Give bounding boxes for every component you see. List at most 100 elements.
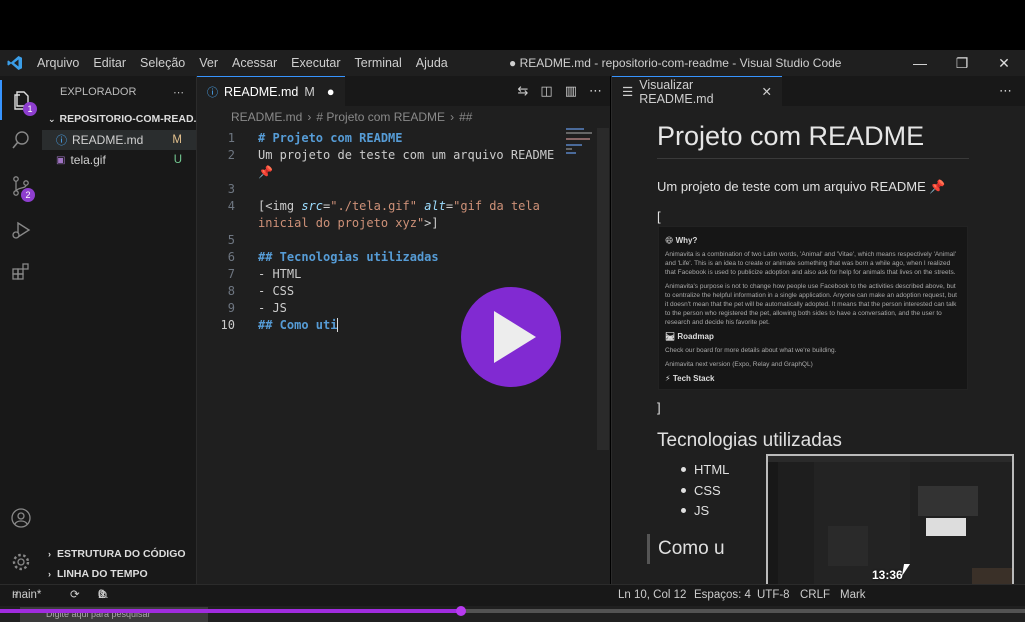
cursor-position[interactable]: Ln 10, Col 12 (618, 585, 686, 605)
open-preview-icon[interactable]: ◫ (540, 83, 552, 99)
video-letterbox (0, 0, 1025, 50)
restore-icon[interactable]: ❐ (941, 50, 983, 76)
explorer-icon[interactable]: 1 (0, 80, 42, 120)
menu-item[interactable]: Ver (192, 50, 225, 76)
tab-label: README.md (224, 84, 299, 99)
image-heading-tech: ⚡ Tech Stack (665, 374, 715, 383)
activity-bar: 1 2 (0, 76, 42, 584)
image-list-item: Animavita next version (Expo, Relay and … (665, 361, 813, 368)
breadcrumb-item[interactable]: README.md (231, 110, 302, 124)
play-button[interactable] (461, 287, 561, 387)
split-editor-icon[interactable]: ▥ (565, 83, 577, 99)
image-paragraph: Animavita's purpose is not to change how… (665, 283, 957, 326)
file-item-readme[interactable]: ⓘ README.md M (42, 130, 196, 150)
tab-preview[interactable]: ☰ Visualizar README.md ✕ (612, 76, 782, 106)
source-control-icon[interactable]: 2 (0, 166, 42, 206)
code-line[interactable]: # Projeto com README (258, 130, 403, 147)
code-line[interactable]: ## Como uti (258, 317, 339, 334)
editor-scrollbar[interactable] (597, 128, 609, 450)
file-item-gif[interactable]: ▣ tela.gif U (42, 150, 196, 170)
preview-divider (657, 158, 969, 159)
code-line[interactable]: - JS (258, 300, 287, 317)
chevron-right-icon: › (450, 110, 455, 124)
indentation[interactable]: Espaços: 4 (694, 585, 751, 605)
timeline-label: LINHA DO TEMPO (57, 568, 148, 580)
sync-icon[interactable]: ⟳ (70, 585, 80, 605)
line-number (197, 164, 235, 181)
code-line[interactable]: Um projeto de teste com um arquivo READM… (258, 147, 554, 164)
warning-count: 0 (98, 589, 105, 601)
file-name: README.md (72, 133, 144, 147)
text-cursor (337, 318, 339, 332)
preview-heading-partial: Como u (647, 534, 725, 564)
code-token: "./tela.gif" (330, 199, 417, 213)
close-tab-icon[interactable]: ✕ (762, 84, 772, 99)
menu-item[interactable]: Executar (284, 50, 347, 76)
outline-section[interactable]: › ESTRUTURA DO CÓDIGO (42, 544, 197, 564)
menu-item[interactable]: Seleção (133, 50, 192, 76)
image-paragraph: Animavita is a combination of two Latin … (665, 251, 956, 276)
preview-icon: ☰ (622, 85, 634, 99)
line-number: 2 (227, 148, 235, 162)
menu-item[interactable]: Editar (86, 50, 133, 76)
chevron-right-icon: › (48, 549, 51, 559)
close-icon[interactable]: ✕ (983, 50, 1025, 76)
account-icon[interactable] (0, 498, 42, 538)
menu-item[interactable]: Ajuda (409, 50, 455, 76)
preview-list-item: CSS (681, 483, 721, 498)
line-ending[interactable]: CRLF (800, 585, 830, 605)
code-token: - JS (258, 301, 287, 315)
chevron-right-icon: › (307, 110, 312, 124)
image-file-icon: ▣ (56, 154, 66, 166)
window-title: ● README.md - repositorio-com-readme - V… (509, 56, 842, 70)
unsaved-dot-icon[interactable]: ● (327, 84, 335, 99)
preview-close-bracket: ] (657, 400, 661, 415)
play-icon (494, 311, 536, 363)
more-actions-icon[interactable]: ⋯ (999, 76, 1012, 106)
folder-label: REPOSITORIO-COM-READ... (59, 113, 196, 125)
extensions-icon[interactable] (0, 252, 42, 292)
menu-item[interactable]: Acessar (225, 50, 284, 76)
editor-actions: ⇆ ◫ ▥ ⋯ (518, 76, 603, 106)
menu-item[interactable]: Terminal (348, 50, 409, 76)
code-line[interactable]: [<img src="./tela.gif" alt="gif da tela (258, 198, 540, 215)
code-token: ## Tecnologias utilizadas (258, 250, 439, 264)
timeline-section[interactable]: › LINHA DO TEMPO (42, 564, 197, 584)
settings-gear-icon[interactable] (0, 542, 42, 582)
code-token: - HTML (258, 267, 302, 281)
breadcrumb-item[interactable]: ## (459, 110, 472, 124)
line-number: 10 (220, 318, 235, 332)
code-token: "gif da tela (453, 199, 540, 213)
more-actions-icon[interactable]: ⋯ (589, 83, 602, 99)
menu-item[interactable]: Arquivo (30, 50, 86, 76)
tab-status: M (304, 84, 315, 99)
title-bar: Arquivo Editar Seleção Ver Acessar Executar Te… (0, 50, 1025, 76)
more-actions-icon[interactable]: ⋯ (173, 86, 184, 99)
branch-name: main* (12, 589, 42, 601)
preview-open-bracket: [ (657, 209, 661, 224)
video-progress-track[interactable] (0, 609, 1025, 613)
encoding[interactable]: UTF-8 (757, 585, 790, 605)
status-bar: ⑂ main* ⟳ ⊗ 0 ⚠ 0 Ln 10, Col 12 Espaços:… (0, 584, 1025, 606)
code-token: alt (424, 199, 446, 213)
line-number: 5 (227, 233, 235, 247)
search-icon[interactable] (0, 120, 42, 160)
file-name: tela.gif (70, 153, 106, 167)
code-line[interactable]: ## Tecnologias utilizadas (258, 249, 439, 266)
code-line[interactable]: 📌 (258, 164, 273, 181)
code-line[interactable]: - HTML (258, 266, 301, 283)
compare-icon[interactable]: ⇆ (518, 83, 529, 99)
workspace-folder[interactable]: ⌄ REPOSITORIO-COM-READ... (42, 108, 196, 130)
minimap[interactable] (566, 128, 594, 158)
preview-list-item: JS (680, 503, 710, 518)
run-debug-icon[interactable] (0, 210, 42, 250)
tab-readme[interactable]: ⓘ README.md M ● (197, 76, 345, 106)
language-mode[interactable]: Mark (840, 585, 866, 605)
breadcrumb: README.md › # Projeto com README › ## (197, 106, 610, 128)
breadcrumb-item[interactable]: # Projeto com README (316, 110, 445, 124)
scm-badge: 2 (21, 188, 35, 202)
minimize-icon[interactable]: — (899, 50, 941, 76)
code-line[interactable]: - CSS (258, 283, 294, 300)
code-line[interactable]: inicial do projeto xyz">] (258, 215, 439, 232)
info-icon: ⓘ (56, 135, 67, 147)
